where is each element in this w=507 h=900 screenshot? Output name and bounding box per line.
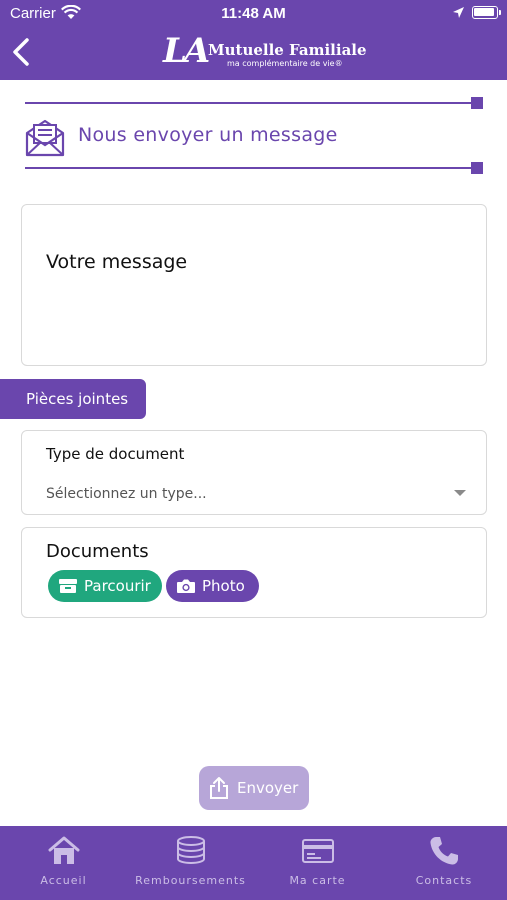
tab-ma-carte[interactable]: Ma carte	[254, 826, 381, 900]
logo-name: Mutuelle Familiale	[208, 41, 367, 59]
logo-tagline: ma complémentaire de vie®	[227, 59, 343, 68]
browse-button[interactable]: Parcourir	[48, 570, 162, 602]
battery-icon	[472, 6, 501, 19]
send-label: Envoyer	[237, 779, 299, 797]
home-icon	[48, 836, 79, 864]
share-icon	[210, 777, 228, 799]
tab-remboursements[interactable]: Remboursements	[127, 826, 254, 900]
document-type-placeholder: Sélectionnez un type...	[46, 486, 207, 502]
send-button[interactable]: Envoyer	[199, 766, 309, 810]
camera-icon	[177, 579, 195, 593]
message-textarea[interactable]	[22, 205, 486, 365]
document-type-card: Type de document Sélectionnez un type...	[21, 430, 487, 515]
documents-label: Documents	[46, 541, 149, 562]
page-title: Nous envoyer un message	[78, 124, 338, 146]
document-type-label: Type de document	[46, 445, 185, 463]
tab-accueil[interactable]: Accueil	[0, 826, 127, 900]
photo-label: Photo	[202, 577, 245, 595]
tab-label-remboursements: Remboursements	[135, 874, 246, 887]
mail-open-icon	[25, 119, 65, 157]
archive-box-icon	[59, 579, 77, 593]
phone-icon	[430, 837, 458, 865]
document-type-select[interactable]: Sélectionnez un type...	[46, 483, 466, 505]
tab-label-ma-carte: Ma carte	[289, 874, 346, 887]
chevron-left-icon[interactable]	[8, 36, 34, 68]
logo-mark: LA	[163, 31, 210, 71]
photo-button[interactable]: Photo	[166, 570, 259, 602]
browse-label: Parcourir	[84, 577, 151, 595]
tab-label-contacts: Contacts	[415, 874, 473, 887]
message-card	[21, 204, 487, 366]
brand-logo: LA Mutuelle Familiale ma complémentaire …	[163, 31, 367, 72]
caret-down-icon	[454, 490, 466, 496]
coins-icon	[176, 836, 205, 864]
tab-contacts[interactable]: Contacts	[381, 826, 507, 900]
title-divider-bottom	[25, 162, 483, 174]
bottom-tab-bar: Accueil Remboursements Ma carte Contacts	[0, 826, 507, 900]
app-header: Carrier 11:48 AM LA Mutuelle Familiale m…	[0, 0, 507, 80]
attachments-tab: Pièces jointes	[0, 379, 146, 419]
card-icon	[301, 839, 334, 863]
tab-label-accueil: Accueil	[40, 874, 87, 887]
location-arrow-icon	[453, 7, 464, 18]
title-divider-top	[25, 97, 483, 109]
status-bar: Carrier 11:48 AM	[0, 0, 507, 28]
clock: 11:48 AM	[221, 5, 286, 22]
documents-card: Documents Parcourir Photo	[21, 527, 487, 618]
